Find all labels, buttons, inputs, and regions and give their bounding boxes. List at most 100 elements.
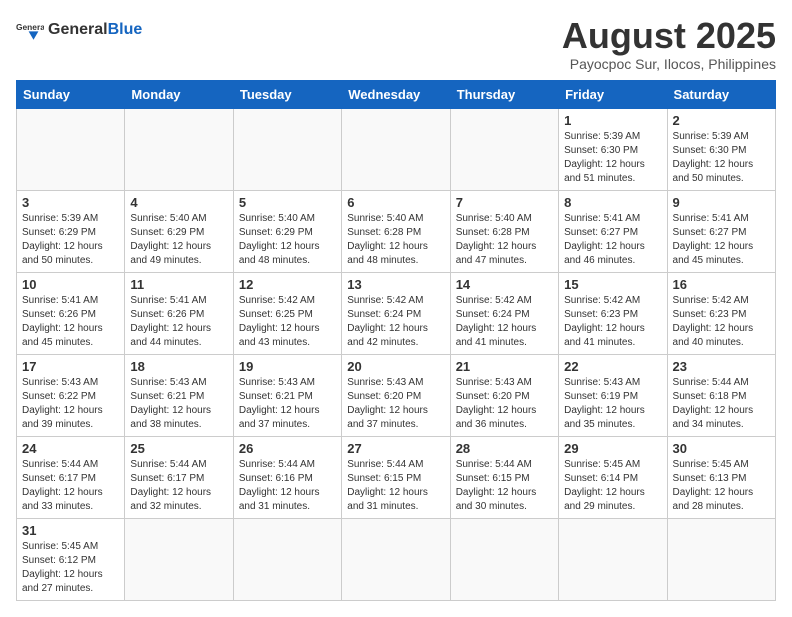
calendar-cell xyxy=(342,108,450,190)
day-info: Sunrise: 5:44 AM Sunset: 6:17 PM Dayligh… xyxy=(130,458,227,514)
calendar-cell: 1Sunrise: 5:39 AM Sunset: 6:30 PM Daylig… xyxy=(559,108,667,190)
logo-blue: Blue xyxy=(108,21,143,38)
day-info: Sunrise: 5:43 AM Sunset: 6:19 PM Dayligh… xyxy=(564,376,661,432)
calendar-cell: 19 Sunrise: 5:43 AM Sunset: 6:21 PM Dayli… xyxy=(233,354,341,436)
logo-general: General xyxy=(48,21,108,38)
day-info: Sunrise: 5:45 AM Sunset: 6:12 PM Dayligh… xyxy=(22,540,119,596)
day-info: Sunrise: 5:42 AM Sunset: 6:24 PM Dayligh… xyxy=(347,294,444,350)
calendar-cell: 14 Sunrise: 5:42 AM Sunset: 6:24 PM Dayli… xyxy=(450,272,558,354)
calendar-cell: 12 Sunrise: 5:42 AM Sunset: 6:25 PM Dayli… xyxy=(233,272,341,354)
calendar-cell xyxy=(125,108,233,190)
calendar-cell: 20 Sunrise: 5:43 AM Sunset: 6:20 PM Dayli… xyxy=(342,354,450,436)
day-info: Sunrise: 5:40 AM Sunset: 6:28 PM Dayligh… xyxy=(347,212,444,268)
day-info: Sunrise: 5:39 AM Sunset: 6:30 PM Dayligh… xyxy=(564,130,661,186)
calendar-cell xyxy=(233,108,341,190)
day-number: 4 xyxy=(130,195,227,210)
day-number: 22 xyxy=(564,359,661,374)
calendar-cell: 7Sunrise: 5:40 AM Sunset: 6:28 PM Daylig… xyxy=(450,190,558,272)
calendar-cell: 13Sunrise: 5:42 AM Sunset: 6:24 PM Dayli… xyxy=(342,272,450,354)
calendar-cell: 15Sunrise: 5:42 AM Sunset: 6:23 PM Dayli… xyxy=(559,272,667,354)
weekday-header-tuesday: Tuesday xyxy=(233,80,341,108)
day-info: Sunrise: 5:42 AM Sunset: 6:23 PM Dayligh… xyxy=(564,294,661,350)
calendar-subtitle: Payocpoc Sur, Ilocos, Philippines xyxy=(562,56,776,72)
calendar-week-row: 24 Sunrise: 5:44 AM Sunset: 6:17 PM Dayli… xyxy=(17,436,776,518)
calendar-week-row: 1Sunrise: 5:39 AM Sunset: 6:30 PM Daylig… xyxy=(17,108,776,190)
calendar-cell: 27Sunrise: 5:44 AM Sunset: 6:15 PM Dayli… xyxy=(342,436,450,518)
calendar-cell xyxy=(17,108,125,190)
calendar-cell: 3 Sunrise: 5:39 AM Sunset: 6:29 PM Daylig… xyxy=(17,190,125,272)
day-info: Sunrise: 5:42 AM Sunset: 6:23 PM Dayligh… xyxy=(673,294,770,350)
logo: General GeneralBlue xyxy=(16,16,142,44)
day-number: 29 xyxy=(564,441,661,456)
calendar-cell: 30 Sunrise: 5:45 AM Sunset: 6:13 PM Dayli… xyxy=(667,436,775,518)
calendar-title: August 2025 xyxy=(562,16,776,56)
day-number: 25 xyxy=(130,441,227,456)
day-number: 23 xyxy=(673,359,770,374)
day-number: 19 xyxy=(239,359,336,374)
day-info: Sunrise: 5:45 AM Sunset: 6:14 PM Dayligh… xyxy=(564,458,661,514)
day-info: Sunrise: 5:41 AM Sunset: 6:27 PM Dayligh… xyxy=(564,212,661,268)
day-info: Sunrise: 5:43 AM Sunset: 6:20 PM Dayligh… xyxy=(347,376,444,432)
page-header: General GeneralBlue August 2025 Payocpoc… xyxy=(16,16,776,72)
day-number: 12 xyxy=(239,277,336,292)
day-info: Sunrise: 5:39 AM Sunset: 6:30 PM Dayligh… xyxy=(673,130,770,186)
calendar-cell: 23 Sunrise: 5:44 AM Sunset: 6:18 PM Dayli… xyxy=(667,354,775,436)
day-info: Sunrise: 5:44 AM Sunset: 6:17 PM Dayligh… xyxy=(22,458,119,514)
calendar-cell: 21Sunrise: 5:43 AM Sunset: 6:20 PM Dayli… xyxy=(450,354,558,436)
day-number: 24 xyxy=(22,441,119,456)
title-section: August 2025 Payocpoc Sur, Ilocos, Philip… xyxy=(562,16,776,72)
calendar-cell xyxy=(233,518,341,600)
weekday-header-wednesday: Wednesday xyxy=(342,80,450,108)
day-number: 3 xyxy=(22,195,119,210)
logo-icon: General xyxy=(16,16,44,44)
day-info: Sunrise: 5:40 AM Sunset: 6:29 PM Dayligh… xyxy=(239,212,336,268)
calendar-cell: 16Sunrise: 5:42 AM Sunset: 6:23 PM Dayli… xyxy=(667,272,775,354)
day-number: 30 xyxy=(673,441,770,456)
calendar-cell: 4 Sunrise: 5:40 AM Sunset: 6:29 PM Daylig… xyxy=(125,190,233,272)
day-info: Sunrise: 5:43 AM Sunset: 6:21 PM Dayligh… xyxy=(239,376,336,432)
calendar-cell: 2 Sunrise: 5:39 AM Sunset: 6:30 PM Daylig… xyxy=(667,108,775,190)
day-number: 28 xyxy=(456,441,553,456)
calendar-cell: 11Sunrise: 5:41 AM Sunset: 6:26 PM Dayli… xyxy=(125,272,233,354)
calendar-week-row: 17 Sunrise: 5:43 AM Sunset: 6:22 PM Dayli… xyxy=(17,354,776,436)
calendar-cell: 18 Sunrise: 5:43 AM Sunset: 6:21 PM Dayli… xyxy=(125,354,233,436)
day-number: 20 xyxy=(347,359,444,374)
day-info: Sunrise: 5:42 AM Sunset: 6:25 PM Dayligh… xyxy=(239,294,336,350)
day-number: 2 xyxy=(673,113,770,128)
calendar-cell: 17 Sunrise: 5:43 AM Sunset: 6:22 PM Dayli… xyxy=(17,354,125,436)
day-info: Sunrise: 5:44 AM Sunset: 6:16 PM Dayligh… xyxy=(239,458,336,514)
calendar-table: SundayMondayTuesdayWednesdayThursdayFrid… xyxy=(16,80,776,601)
day-number: 18 xyxy=(130,359,227,374)
calendar-cell: 8 Sunrise: 5:41 AM Sunset: 6:27 PM Daylig… xyxy=(559,190,667,272)
calendar-cell: 29 Sunrise: 5:45 AM Sunset: 6:14 PM Dayli… xyxy=(559,436,667,518)
calendar-cell: 25 Sunrise: 5:44 AM Sunset: 6:17 PM Dayli… xyxy=(125,436,233,518)
calendar-cell: 31Sunrise: 5:45 AM Sunset: 6:12 PM Dayli… xyxy=(17,518,125,600)
day-info: Sunrise: 5:39 AM Sunset: 6:29 PM Dayligh… xyxy=(22,212,119,268)
calendar-week-row: 31Sunrise: 5:45 AM Sunset: 6:12 PM Dayli… xyxy=(17,518,776,600)
weekday-header-sunday: Sunday xyxy=(17,80,125,108)
day-number: 26 xyxy=(239,441,336,456)
day-info: Sunrise: 5:40 AM Sunset: 6:28 PM Dayligh… xyxy=(456,212,553,268)
day-info: Sunrise: 5:40 AM Sunset: 6:29 PM Dayligh… xyxy=(130,212,227,268)
calendar-week-row: 3 Sunrise: 5:39 AM Sunset: 6:29 PM Daylig… xyxy=(17,190,776,272)
day-number: 21 xyxy=(456,359,553,374)
day-number: 8 xyxy=(564,195,661,210)
day-info: Sunrise: 5:41 AM Sunset: 6:27 PM Dayligh… xyxy=(673,212,770,268)
calendar-cell: 22 Sunrise: 5:43 AM Sunset: 6:19 PM Dayli… xyxy=(559,354,667,436)
day-info: Sunrise: 5:43 AM Sunset: 6:22 PM Dayligh… xyxy=(22,376,119,432)
calendar-cell xyxy=(559,518,667,600)
day-info: Sunrise: 5:43 AM Sunset: 6:21 PM Dayligh… xyxy=(130,376,227,432)
day-info: Sunrise: 5:41 AM Sunset: 6:26 PM Dayligh… xyxy=(130,294,227,350)
day-info: Sunrise: 5:45 AM Sunset: 6:13 PM Dayligh… xyxy=(673,458,770,514)
calendar-week-row: 10Sunrise: 5:41 AM Sunset: 6:26 PM Dayli… xyxy=(17,272,776,354)
day-number: 17 xyxy=(22,359,119,374)
day-number: 6 xyxy=(347,195,444,210)
day-number: 5 xyxy=(239,195,336,210)
calendar-cell: 5 Sunrise: 5:40 AM Sunset: 6:29 PM Daylig… xyxy=(233,190,341,272)
day-info: Sunrise: 5:42 AM Sunset: 6:24 PM Dayligh… xyxy=(456,294,553,350)
day-info: Sunrise: 5:44 AM Sunset: 6:18 PM Dayligh… xyxy=(673,376,770,432)
calendar-cell: 6 Sunrise: 5:40 AM Sunset: 6:28 PM Daylig… xyxy=(342,190,450,272)
calendar-cell: 10Sunrise: 5:41 AM Sunset: 6:26 PM Dayli… xyxy=(17,272,125,354)
calendar-cell xyxy=(667,518,775,600)
day-number: 14 xyxy=(456,277,553,292)
